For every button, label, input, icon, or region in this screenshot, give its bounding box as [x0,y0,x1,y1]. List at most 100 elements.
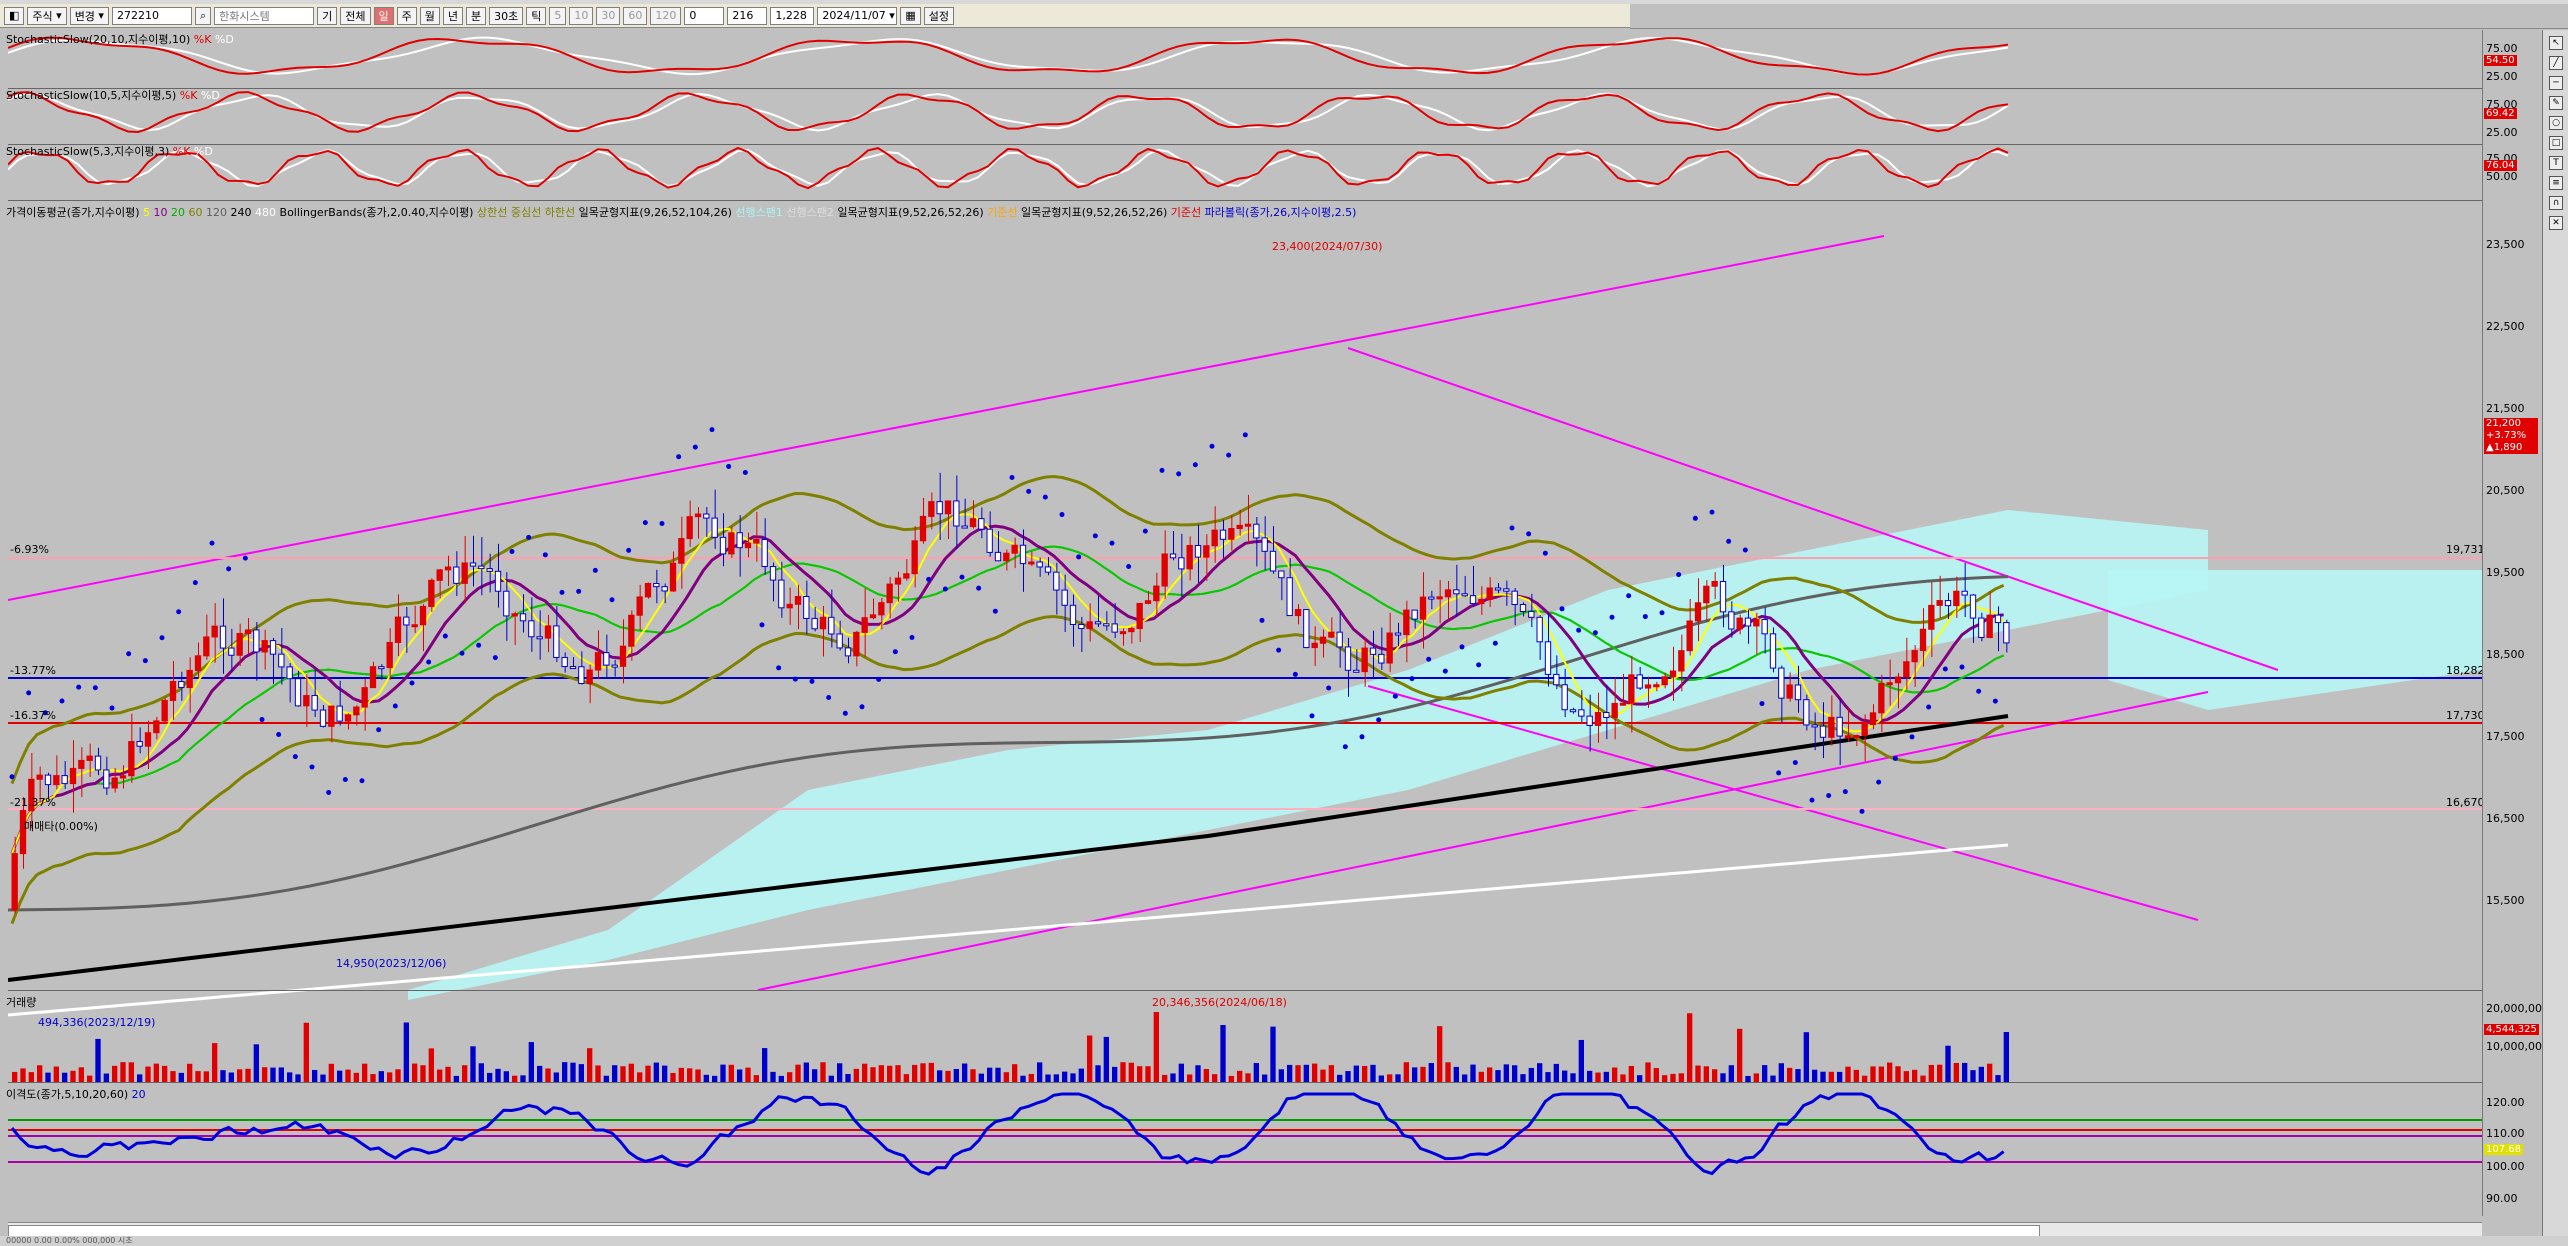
candle-body [794,596,802,605]
price-legend[interactable]: 가격이동평균(종가,지수이평) 5 10 20 60 120 240 480 B… [6,204,1356,220]
ichimoku2-base-legend: 기준선 [987,206,1018,219]
volume-bar [1570,1073,1576,1082]
volume-bar [270,1067,276,1082]
candle-body [519,613,527,622]
volume-bar [1420,1066,1426,1082]
volume-bar [428,1048,434,1082]
sar-dot [526,534,532,540]
cursor-icon[interactable]: ↖ [2549,36,2563,50]
search-icon[interactable]: ⌕ [194,6,212,25]
circle-tool-icon[interactable]: ○ [2549,116,2563,130]
sar-dot [1342,744,1348,750]
candle-body [961,525,968,529]
volume-legend[interactable]: 거래량 [6,994,36,1010]
rect-tool-icon[interactable]: □ [2549,136,2563,150]
candle-body [1886,682,1893,686]
date-picker[interactable]: 2024/11/07 ▾ [817,6,898,25]
sar-dot [1392,693,1398,699]
volume-bar [670,1072,676,1082]
volume-bar [1320,1069,1326,1082]
candle-body [553,625,560,658]
sar-dot [359,778,365,784]
candle-body [1053,571,1060,591]
stock-code-input[interactable]: 272210 [111,6,192,25]
day-period-button[interactable]: 일 [373,6,394,25]
candle-body [736,532,743,549]
sar-legend: 파라볼릭(종가,26,지수이평,2.5) [1204,206,1357,219]
candle-body [69,767,77,785]
candle-body [1003,552,1010,562]
volume-bar [812,1069,818,1082]
minute-custom-input[interactable]: 0 [684,6,725,25]
pencil-icon[interactable]: ✎ [2549,96,2563,110]
text-tool-icon[interactable]: T [2549,156,2563,170]
stoch2-legend[interactable]: StochasticSlow(10,5,지수이평,5) %K %D [6,87,220,103]
candle-body [1244,523,1252,527]
minute-60-button[interactable]: 60 [623,6,648,25]
candle-body [1978,617,1985,638]
volume-bar [1870,1066,1876,1082]
volume-bar [1795,1069,1801,1082]
candle-body [1136,602,1143,630]
volume-bar [470,1046,476,1082]
sar-dot [1259,617,1265,623]
hline-value-3: 17,730 [2446,709,2485,722]
change-select[interactable]: 변경 ▾ [69,6,109,25]
stock-name-field[interactable]: 한화시스템 [214,6,315,25]
line-tool-icon[interactable]: ╱ [2549,56,2563,70]
stoch1-legend[interactable]: StochasticSlow(20,10,지수이평,10) %K %D [6,31,234,47]
stoch3-k-label: %K [172,145,191,158]
sar-dot [92,685,98,691]
candle-body [469,562,477,567]
sar-dot [942,586,948,592]
ratio-input[interactable]: 1,228 [770,6,815,25]
volume-bar [1628,1065,1634,1082]
candle-body [261,640,268,653]
period-month-button[interactable]: 월 [419,6,440,25]
horizontal-scrollbar[interactable] [8,1222,2482,1237]
candle-body [1094,621,1102,625]
magnet-icon[interactable]: ∩ [2549,196,2563,210]
fibo-tool-icon[interactable]: ≡ [2549,176,2563,190]
period-year-button[interactable]: 년 [442,6,464,25]
volume-bar [1487,1067,1493,1082]
y-axis[interactable] [2482,30,2543,1216]
minute-30-button[interactable]: 30 [596,6,621,25]
volume-bar [1937,1064,1943,1082]
volume-bar [1362,1065,1368,1082]
giganim-button[interactable]: 기 [317,6,338,25]
candle-body [586,669,593,685]
volume-bar [78,1067,84,1082]
candle-body [836,633,843,649]
volume-bar [862,1063,868,1082]
chart-menu-icon[interactable]: ◧ [4,6,25,25]
sar-dot [1759,701,1765,707]
disparity-legend[interactable]: 이격도(종가,5,10,20,60) 20 [6,1086,146,1102]
volume-bar [1387,1074,1393,1082]
settings-button[interactable]: 설정 [923,6,955,25]
candle-body [869,614,877,619]
full-button[interactable]: 전체 [340,6,371,25]
volume-bar [1945,1045,1951,1082]
period-minute-button[interactable]: 분 [466,6,487,25]
candle-body [1569,709,1577,713]
sar-dot [1592,630,1598,636]
minute-5-button[interactable]: 5 [549,6,567,25]
volume-bar [1078,1068,1084,1082]
sar-dot [892,649,898,655]
sar-dot [1176,471,1182,477]
calendar-icon[interactable]: ▦ [900,6,921,25]
period-week-button[interactable]: 주 [396,6,417,25]
minute-120-button[interactable]: 120 [650,6,682,25]
volume-bar [212,1043,218,1082]
count-input[interactable]: 216 [727,6,768,25]
minute-10-button[interactable]: 10 [569,6,594,25]
hline-tool-icon[interactable]: ─ [2549,76,2563,90]
period-tick-button[interactable]: 틱 [526,6,547,25]
period-30s-button[interactable]: 30초 [489,6,524,25]
market-select[interactable]: 주식 ▾ [27,6,67,25]
erase-icon[interactable]: ✕ [2549,216,2563,230]
sar-dot [692,444,698,450]
stoch3-legend[interactable]: StochasticSlow(5,3,지수이평,3) %K %D [6,143,213,159]
candle-body [219,625,227,649]
